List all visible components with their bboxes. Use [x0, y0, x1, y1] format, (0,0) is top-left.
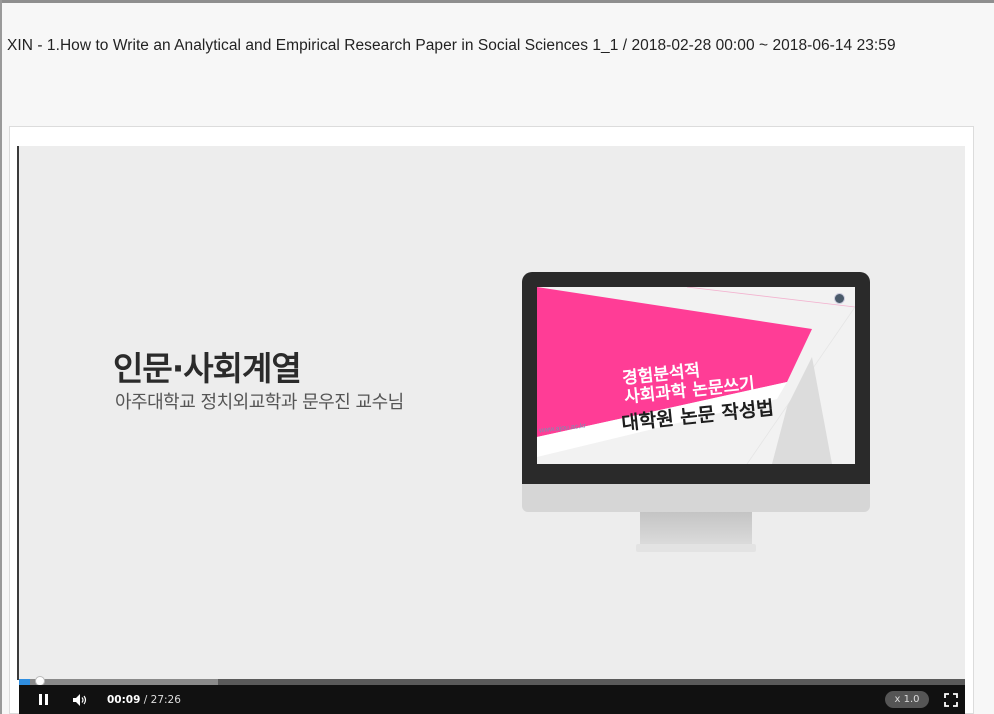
- monitor-chin: [522, 484, 870, 512]
- fullscreen-icon: [944, 692, 958, 707]
- pause-button[interactable]: [33, 685, 53, 714]
- screen-logo-dot: [834, 293, 845, 304]
- monitor-bezel: 경험분석적 사회과학 논문쓰기 대학원 논문 작성법 www.ajou.ac.k…: [522, 272, 870, 484]
- window-left-border: [0, 0, 2, 714]
- volume-icon: [73, 693, 87, 706]
- monitor-base: [636, 544, 756, 552]
- fullscreen-button[interactable]: [941, 685, 961, 714]
- playback-speed-button[interactable]: x 1.0: [885, 691, 929, 708]
- page-title: XIN - 1.How to Write an Analytical and E…: [7, 37, 896, 54]
- control-bar: 00:09 / 27:26 x 1.0: [19, 685, 965, 714]
- time-separator: /: [140, 693, 151, 706]
- monitor-stand: [640, 512, 752, 546]
- current-time: 00:09: [107, 693, 141, 706]
- volume-button[interactable]: [69, 685, 93, 714]
- video-subline: 아주대학교 정치외교학과 문우진 교수님: [115, 392, 404, 413]
- monitor-screen: 경험분석적 사회과학 논문쓰기 대학원 논문 작성법 www.ajou.ac.k…: [537, 287, 855, 464]
- duration: 27:26: [150, 693, 181, 706]
- video-frame[interactable]: 인문·사회계열 아주대학교 정치외교학과 문우진 교수님 경험분석적 사회과학 …: [19, 146, 965, 714]
- time-display: 00:09 / 27:26: [107, 685, 181, 714]
- pause-icon: [37, 694, 49, 705]
- monitor-graphic: 경험분석적 사회과학 논문쓰기 대학원 논문 작성법 www.ajou.ac.k…: [522, 272, 870, 554]
- video-headline: 인문·사회계열: [113, 349, 302, 388]
- window-top-border: [0, 0, 994, 3]
